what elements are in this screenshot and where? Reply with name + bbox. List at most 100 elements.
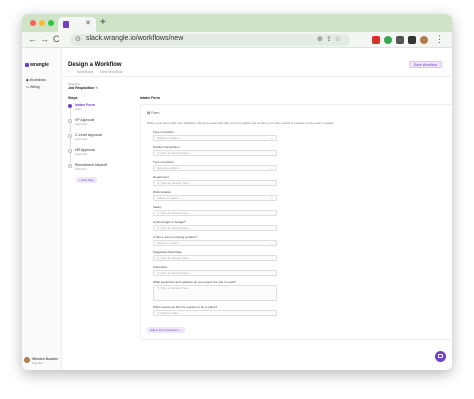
forward-button[interactable]: →: [40, 34, 49, 44]
question-placeholder: Select an option...: [157, 241, 182, 245]
question-label: Is this a new or existing position?: [153, 235, 198, 239]
user-profile[interactable]: Winston Bowden Log Out: [24, 357, 60, 366]
reload-button[interactable]: C: [53, 34, 60, 44]
minimize-window-button[interactable]: [39, 20, 45, 26]
breadcrumb-new-workflow: New Workflow: [100, 70, 123, 74]
question-textarea[interactable]: ✎ Type an answer here...: [153, 285, 277, 301]
question-select[interactable]: Select an option... ⌄: [153, 165, 277, 171]
question-placeholder: Type an answer here...: [160, 226, 191, 230]
question-label: Department: [153, 175, 169, 179]
question-label: Work location: [153, 190, 172, 194]
question-placeholder: Select an option...: [157, 166, 182, 170]
steps-heading: Steps: [68, 96, 78, 100]
browser-menu-icon[interactable]: ⋮: [435, 34, 444, 45]
extensions-puzzle-icon[interactable]: [396, 36, 404, 44]
question-placeholder: Select a date...: [160, 311, 181, 315]
profile-avatar-icon[interactable]: [420, 36, 428, 44]
form-description: When your users start your workflow, the…: [147, 121, 335, 125]
question-select[interactable]: Select an option... ⌄: [153, 135, 277, 141]
close-window-button[interactable]: [30, 20, 36, 26]
question-select[interactable]: Select an option... ⌄: [153, 195, 277, 201]
question-input[interactable]: ✎ Type an answer here...: [153, 255, 277, 261]
step-connector: [69, 123, 71, 133]
wrangle-logo-icon: [25, 62, 29, 67]
form-card: ▤ Form When your users start your workfl…: [140, 104, 452, 340]
question-label: Supervisor: [153, 265, 168, 269]
step-connector: [69, 108, 71, 118]
step-hr-approval[interactable]: HR Approval Approval: [68, 148, 114, 163]
save-workflow-button[interactable]: Save Workflow: [408, 61, 442, 68]
address-bar[interactable]: ⊙ slack.wrangle.io/workflows/new ⊕⇪☆: [70, 34, 350, 46]
question-placeholder: Select an option...: [157, 196, 182, 200]
step-status-icon: [68, 164, 72, 168]
brand-logo[interactable]: wrangle: [25, 62, 49, 68]
question-label: When would you like the position to be i…: [153, 305, 218, 309]
step-type: Approval: [75, 122, 87, 126]
question-placeholder: Type an answer here...: [160, 181, 191, 185]
question-input[interactable]: ✎ Type an answer here...: [153, 225, 277, 231]
question-placeholder: Type an answer here...: [160, 256, 191, 260]
step-recruitment-handoff[interactable]: Recruitment Handoff Task list: [68, 163, 114, 175]
question-label: Position Description: [153, 145, 180, 149]
workflow-name[interactable]: Job Requisition ✎: [68, 86, 98, 90]
site-info-icon[interactable]: ⊙: [75, 35, 81, 43]
chevron-down-icon: ⌄: [270, 166, 273, 170]
chevron-down-icon: ⌄: [179, 328, 182, 332]
address-bar-actions[interactable]: ⊕⇪☆: [317, 35, 344, 43]
sidebar: wrangle ◆ Workflows ▭ Billing Winston Bo…: [22, 48, 62, 370]
url-text: slack.wrangle.io/workflows/new: [86, 35, 184, 42]
chat-icon: [438, 354, 443, 358]
sidebar-item-billing[interactable]: ▭ Billing: [26, 85, 40, 89]
question-input[interactable]: ✎ Select a date...: [153, 310, 277, 316]
wrangle-favicon-icon: [63, 21, 69, 28]
step-vp-approval[interactable]: VP Approval Approval: [68, 118, 114, 133]
question-placeholder: Select an option...: [157, 136, 182, 140]
add-step-button[interactable]: + Add Step: [76, 177, 97, 183]
browser-tab[interactable]: ✕: [58, 17, 96, 32]
step-type: Task list: [75, 167, 86, 171]
edit-icon[interactable]: ✎: [95, 86, 98, 90]
chevron-down-icon: ⌄: [270, 241, 273, 245]
avatar: [24, 357, 30, 363]
app-content: wrangle ◆ Workflows ▭ Billing Winston Bo…: [22, 48, 452, 370]
logout-link[interactable]: Log Out: [32, 361, 43, 365]
sidebar-toggle-icon[interactable]: [408, 36, 416, 44]
home-icon[interactable]: ⌂: [68, 70, 70, 74]
step-connector: [69, 153, 71, 163]
tab-close-icon[interactable]: ✕: [85, 19, 91, 27]
question-placeholder: Type an answer here...: [160, 151, 191, 155]
question-placeholder: Type an answer here...: [160, 211, 191, 215]
maximize-window-button[interactable]: [48, 20, 54, 26]
question-input[interactable]: ✎ Type an answer here...: [153, 210, 277, 216]
question-label: What equipment and software do you expec…: [153, 280, 236, 284]
step-connector: [69, 138, 71, 148]
chevron-down-icon: ⌄: [270, 136, 273, 140]
step-intake-form[interactable]: Intake Form Form: [68, 103, 114, 118]
add-form-question-button[interactable]: Add a Form Question ⌄: [147, 327, 185, 333]
chevron-down-icon: ⌄: [270, 196, 273, 200]
breadcrumb-workflows[interactable]: Workflows: [77, 70, 93, 74]
question-placeholder: Type an answer here...: [160, 286, 191, 290]
question-input[interactable]: ✎ Type an answer here...: [153, 180, 277, 186]
step-type: Approval: [75, 152, 87, 156]
tab-bar: ✕ +: [22, 14, 452, 32]
question-select[interactable]: Select an option... ⌄: [153, 240, 277, 246]
extension-icon[interactable]: [372, 36, 380, 44]
extension-icon[interactable]: [384, 36, 392, 44]
question-input[interactable]: ✎ Type an answer here...: [153, 150, 277, 156]
chat-support-button[interactable]: [435, 351, 446, 362]
question-placeholder: Type an answer here...: [160, 271, 191, 275]
browser-toolbar: ← → C ⊙ slack.wrangle.io/workflows/new ⊕…: [22, 32, 452, 48]
form-heading: Intake Form: [140, 96, 160, 100]
step-type: Approval: [75, 137, 87, 141]
question-label: Salary: [153, 205, 162, 209]
step-type: Form: [75, 107, 82, 111]
question-input[interactable]: ✎ Type an answer here...: [153, 270, 277, 276]
step-c-level-approval[interactable]: C-Level Approval Approval: [68, 133, 114, 148]
question-label: Type of position: [153, 160, 175, 164]
sidebar-item-workflows[interactable]: ◆ Workflows: [26, 78, 46, 82]
back-button[interactable]: ←: [28, 34, 37, 44]
breadcrumb: ⌂ Workflows New Workflow: [68, 70, 128, 74]
new-tab-button[interactable]: +: [100, 17, 106, 28]
page-title: Design a Workflow: [68, 62, 122, 68]
